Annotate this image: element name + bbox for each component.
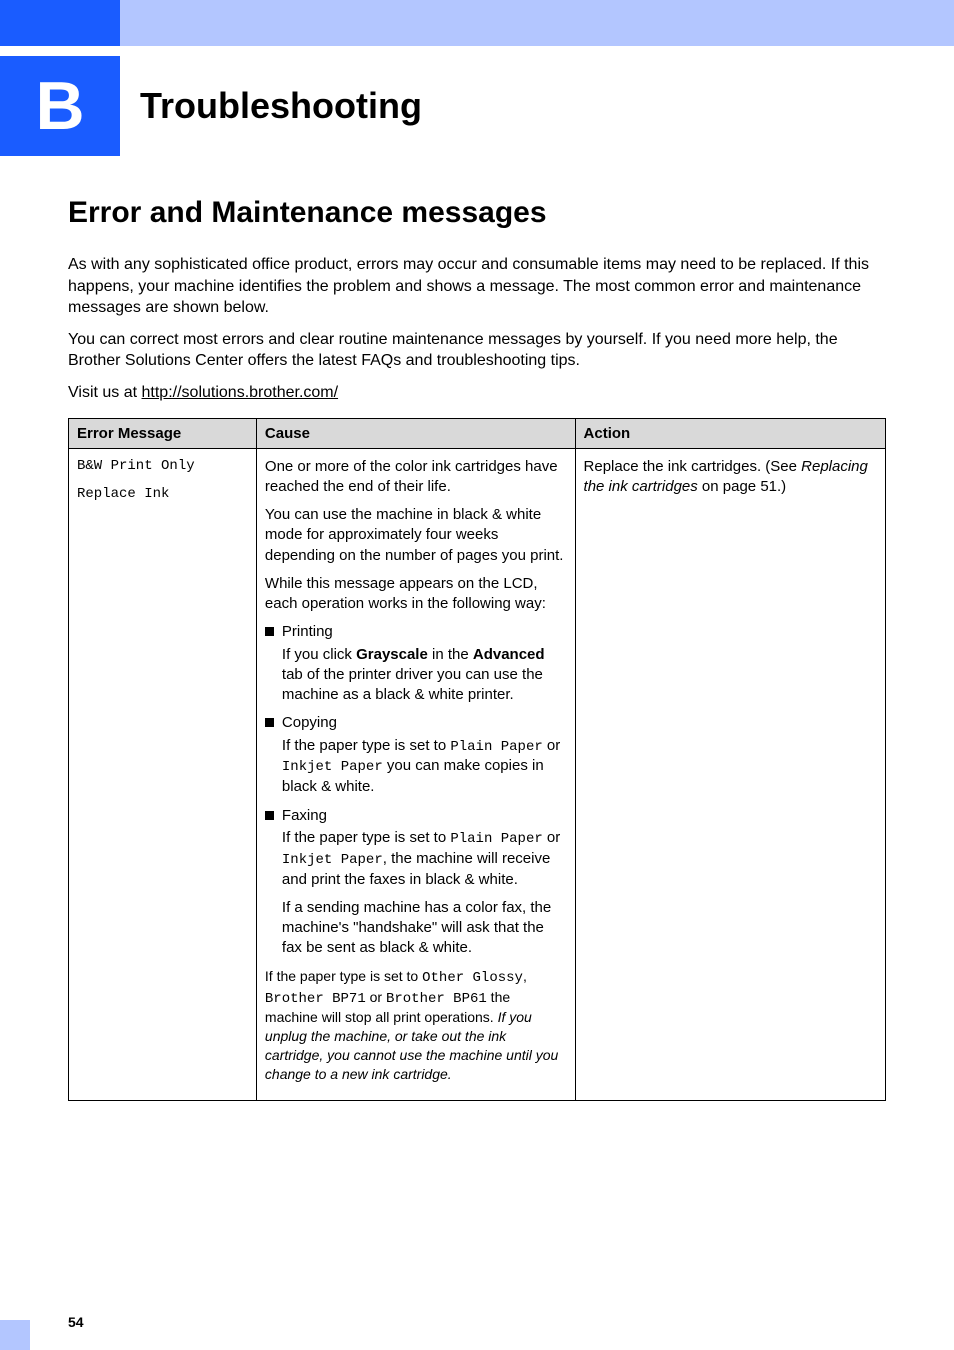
square-bullet-icon xyxy=(265,718,274,727)
intro-p1: As with any sophisticated office product… xyxy=(68,254,886,319)
cell-cause: One or more of the color ink cartridges … xyxy=(256,448,575,1100)
t: Plain Paper xyxy=(450,831,542,847)
chapter-title: Troubleshooting xyxy=(140,85,422,127)
bullet-faxing: Faxing xyxy=(265,806,567,826)
chapter-box: B xyxy=(0,56,120,156)
error-table: Error Message Cause Action B&W Print Onl… xyxy=(68,418,886,1101)
cause-p3: While this message appears on the LCD, e… xyxy=(265,574,567,615)
cause-p2: You can use the machine in black & white… xyxy=(265,505,567,566)
chapter-header: B Troubleshooting xyxy=(0,56,954,156)
page-number: 54 xyxy=(68,1314,84,1330)
square-bullet-icon xyxy=(265,627,274,636)
t: , xyxy=(523,968,527,984)
bullet-copying-label: Copying xyxy=(282,713,567,733)
th-action: Action xyxy=(575,418,885,448)
cause-p1: One or more of the color ink cartridges … xyxy=(265,457,567,498)
bullet-faxing-sub1: If the paper type is set to Plain Paper … xyxy=(282,828,567,890)
t: Plain Paper xyxy=(450,739,542,755)
table-header-row: Error Message Cause Action xyxy=(69,418,886,448)
cell-error: B&W Print Only Replace Ink xyxy=(69,448,257,1100)
t: If you click xyxy=(282,646,356,663)
t: If the paper type is set to xyxy=(282,737,450,754)
bullet-printing-sub: If you click Grayscale in the Advanced t… xyxy=(282,645,567,706)
t: or xyxy=(366,989,386,1005)
page-accent xyxy=(0,1320,30,1350)
t: Inkjet Paper xyxy=(282,759,383,775)
t: in the xyxy=(428,646,473,663)
top-bar-accent xyxy=(0,0,120,46)
top-bar xyxy=(0,0,954,46)
t: Grayscale xyxy=(356,646,428,663)
err-line1: B&W Print Only xyxy=(77,457,248,476)
bullet-faxing-label: Faxing xyxy=(282,806,567,826)
t: If the paper type is set to xyxy=(282,829,450,846)
t: Brother BP71 xyxy=(265,991,366,1007)
intro-p3-prefix: Visit us at xyxy=(68,384,142,401)
err-line2: Replace Ink xyxy=(77,485,248,504)
table-row: B&W Print Only Replace Ink One or more o… xyxy=(69,448,886,1100)
bullet-printing: Printing xyxy=(265,622,567,642)
bullet-copying: Copying xyxy=(265,713,567,733)
page-content: Error and Maintenance messages As with a… xyxy=(0,156,954,1101)
section-title: Error and Maintenance messages xyxy=(68,196,886,230)
t: Other Glossy xyxy=(422,970,523,986)
intro-p2: You can correct most errors and clear ro… xyxy=(68,329,886,372)
th-cause: Cause xyxy=(256,418,575,448)
bullet-printing-label: Printing xyxy=(282,622,567,642)
chapter-letter: B xyxy=(35,67,84,145)
square-bullet-icon xyxy=(265,811,274,820)
cause-footer: If the paper type is set to Other Glossy… xyxy=(265,967,567,1084)
t: on page 51.) xyxy=(698,478,786,495)
t: If the paper type is set to xyxy=(265,968,422,984)
solutions-link[interactable]: http://solutions.brother.com/ xyxy=(142,384,339,401)
t: or xyxy=(543,829,561,846)
intro-p3: Visit us at http://solutions.brother.com… xyxy=(68,382,886,404)
th-error: Error Message xyxy=(69,418,257,448)
t: or xyxy=(543,737,561,754)
bullet-copying-sub: If the paper type is set to Plain Paper … xyxy=(282,736,567,798)
cell-action: Replace the ink cartridges. (See Replaci… xyxy=(575,448,885,1100)
bullet-faxing-sub2: If a sending machine has a color fax, th… xyxy=(282,898,567,959)
t: tab of the printer driver you can use th… xyxy=(282,666,543,703)
t: Replace the ink cartridges. (See xyxy=(584,458,802,475)
t: Brother BP61 xyxy=(386,991,487,1007)
t: Inkjet Paper xyxy=(282,852,383,868)
t: Advanced xyxy=(473,646,545,663)
